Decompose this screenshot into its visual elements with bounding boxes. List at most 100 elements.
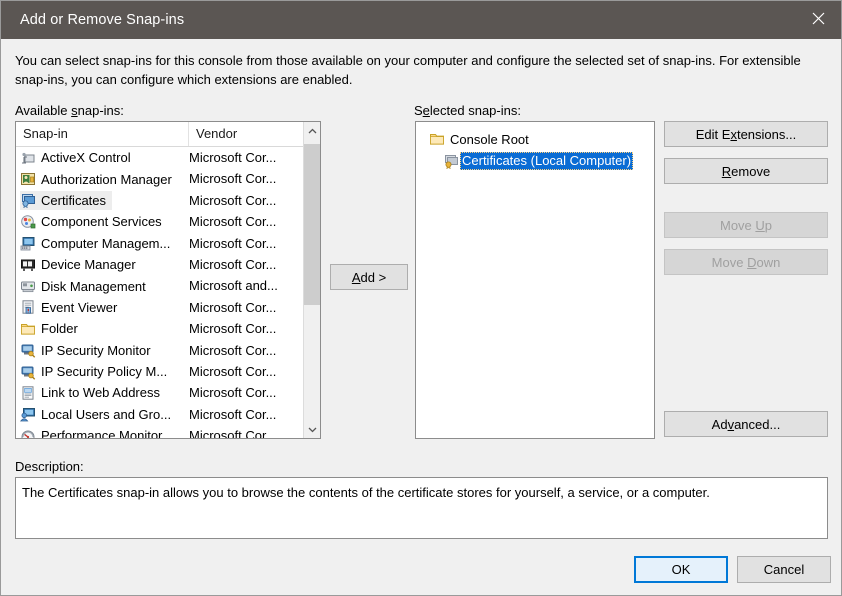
list-item-label: Disk Management: [41, 278, 146, 294]
list-item[interactable]: Local Users and Gro... Microsoft Cor...: [16, 404, 304, 425]
certificates-icon: [20, 192, 36, 209]
certificates-icon: [443, 153, 459, 169]
list-item-vendor: Microsoft Cor...: [189, 385, 277, 401]
list-item-vendor: Microsoft Cor...: [189, 406, 277, 422]
list-item-label: Computer Managem...: [41, 235, 171, 251]
list-item-label: IP Security Policy M...: [41, 364, 168, 380]
list-item[interactable]: Device Manager Microsoft Cor...: [16, 254, 304, 275]
add-remove-snapins-dialog: Add or Remove Snap-ins You can select sn…: [0, 0, 842, 596]
cancel-button[interactable]: Cancel: [737, 556, 831, 583]
device-manager-icon: [20, 257, 36, 273]
list-item[interactable]: Authorization Manager Microsoft Cor...: [16, 168, 304, 189]
tree-item-certificates[interactable]: Certificates (Local Computer): [443, 150, 654, 172]
list-item-label: Authorization Manager: [41, 171, 172, 187]
list-item-name-cell: Computer Managem...: [20, 234, 176, 253]
list-item-label: Link to Web Address: [41, 385, 160, 401]
performance-monitor-icon: [20, 428, 36, 438]
available-snapins-label: Available snap-ins:: [15, 103, 124, 118]
list-rows: ActiveX Control Microsoft Cor... Authoriza…: [16, 147, 304, 438]
title-bar: Add or Remove Snap-ins: [1, 1, 841, 39]
list-item-vendor: Microsoft Cor...: [189, 256, 277, 272]
list-item-name-cell: IP Security Monitor: [20, 341, 157, 360]
list-item[interactable]: Event Viewer Microsoft Cor...: [16, 297, 304, 318]
link-to-web-address-icon: [20, 385, 36, 401]
list-item-name-cell: Component Services: [20, 212, 168, 231]
list-item[interactable]: Component Services Microsoft Cor...: [16, 211, 304, 232]
add-button[interactable]: Add >: [330, 264, 408, 290]
list-item-label: Folder: [41, 321, 78, 337]
scroll-up-button[interactable]: [304, 122, 320, 139]
list-item[interactable]: IP Security Policy M... Microsoft Cor...: [16, 361, 304, 382]
list-item-label: Event Viewer: [41, 299, 118, 315]
list-item-label: IP Security Monitor: [41, 342, 151, 358]
list-item-vendor: Microsoft Cor...: [189, 321, 277, 337]
local-users-groups-icon: [20, 406, 36, 422]
column-header-vendor[interactable]: Vendor: [189, 122, 304, 146]
list-item-name-cell: Folder: [20, 319, 84, 338]
ok-button[interactable]: OK: [634, 556, 728, 583]
description-box: The Certificates snap-in allows you to b…: [15, 477, 828, 539]
intro-text: You can select snap-ins for this console…: [15, 53, 801, 87]
list-item-name-cell: Certificates: [20, 190, 113, 210]
remove-button[interactable]: Remove: [664, 158, 828, 184]
list-item-label: Certificates: [41, 192, 107, 208]
close-button[interactable]: [797, 1, 841, 39]
available-snapins-listbox[interactable]: Snap-in Vendor ActiveX Control Microsoft …: [15, 121, 321, 439]
move-down-button[interactable]: Move Down: [664, 249, 828, 275]
list-item-name-cell: Link to Web Address: [20, 383, 166, 402]
move-up-button[interactable]: Move Up: [664, 212, 828, 238]
list-item-label: Component Services: [41, 214, 162, 230]
list-item[interactable]: ActiveX Control Microsoft Cor...: [16, 147, 304, 168]
tree-child-label: Certificates (Local Computer): [460, 152, 634, 170]
list-item-name-cell: Performance Monitor: [20, 426, 168, 438]
list-item-name-cell: IP Security Policy M...: [20, 362, 173, 381]
list-item-vendor: Microsoft Cor...: [189, 214, 277, 230]
list-item-label: Device Manager: [41, 257, 136, 273]
list-item-name-cell: Local Users and Gro...: [20, 405, 177, 424]
list-item[interactable]: Computer Managem... Microsoft Cor...: [16, 233, 304, 254]
list-item-vendor: Microsoft Cor...: [189, 192, 277, 208]
description-text: The Certificates snap-in allows you to b…: [22, 485, 710, 500]
advanced-button[interactable]: Advanced...: [664, 411, 828, 437]
selected-snapins-label: Selected snap-ins:: [414, 103, 521, 118]
folder-icon: [429, 131, 445, 147]
list-item-vendor: Microsoft Cor...: [189, 235, 277, 251]
list-item[interactable]: Certificates Microsoft Cor...: [16, 190, 304, 211]
list-item[interactable]: Disk Management Microsoft and...: [16, 275, 304, 296]
scroll-down-button[interactable]: [304, 421, 320, 438]
window-title: Add or Remove Snap-ins: [20, 12, 185, 28]
list-scrollbar[interactable]: [303, 122, 320, 438]
list-item[interactable]: Folder Microsoft Cor...: [16, 318, 304, 339]
list-item-vendor: Microsoft Cor...: [189, 342, 277, 358]
footer-separator: [1, 545, 841, 546]
list-item-vendor: Microsoft and...: [189, 278, 278, 294]
list-item-label: ActiveX Control: [41, 150, 131, 166]
list-item[interactable]: Performance Monitor Microsoft Cor...: [16, 425, 304, 438]
list-item-name-cell: Device Manager: [20, 255, 142, 274]
list-item-vendor: Microsoft Cor...: [189, 363, 277, 379]
event-viewer-icon: [20, 299, 36, 315]
ip-security-monitor-icon: [20, 342, 36, 358]
list-item-vendor: Microsoft Cor...: [189, 171, 277, 187]
authorization-manager-icon: [20, 171, 36, 187]
column-header-snapin[interactable]: Snap-in: [16, 122, 189, 146]
component-services-icon: [20, 214, 36, 230]
description-label: Description:: [15, 459, 84, 474]
list-item-name-cell: Authorization Manager: [20, 170, 178, 189]
edit-extensions-button[interactable]: Edit Extensions...: [664, 121, 828, 147]
scrollbar-thumb[interactable]: [304, 144, 320, 305]
list-item[interactable]: IP Security Monitor Microsoft Cor...: [16, 340, 304, 361]
folder-icon: [20, 321, 36, 337]
list-header: Snap-in Vendor: [16, 122, 320, 147]
list-item-name-cell: ActiveX Control: [20, 148, 137, 167]
tree-item-console-root[interactable]: Console Root: [429, 128, 654, 150]
computer-management-icon: [20, 235, 36, 251]
list-item[interactable]: Link to Web Address Microsoft Cor...: [16, 382, 304, 403]
list-item-name-cell: Disk Management: [20, 277, 152, 296]
activex-control-icon: [20, 150, 36, 166]
disk-management-icon: [20, 278, 36, 294]
ip-security-policy-icon: [20, 364, 36, 380]
list-item-name-cell: Event Viewer: [20, 298, 123, 317]
selected-snapins-tree[interactable]: Console Root Certificates (Local Compute…: [415, 121, 655, 439]
list-item-vendor: Microsoft Cor...: [189, 299, 277, 315]
